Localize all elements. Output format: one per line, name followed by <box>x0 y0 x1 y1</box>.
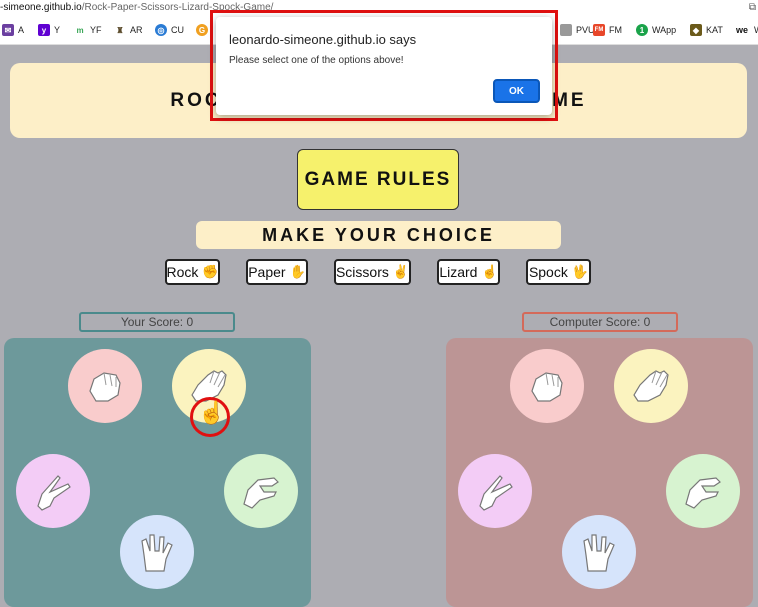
computer-paper-choice <box>614 349 688 423</box>
spock-button[interactable]: Spock 🖖 <box>526 259 591 285</box>
whatsapp-icon: 1 <box>636 24 648 36</box>
bookmark-w[interactable]: weW <box>734 24 758 36</box>
computer-rock-choice <box>510 349 584 423</box>
spock-hand-icon: 🖖 <box>571 264 589 279</box>
computer-scissors-choice <box>458 454 532 528</box>
game-rules-button[interactable]: GAME RULES <box>297 149 459 210</box>
open-hand-icon <box>633 370 669 402</box>
rock-button[interactable]: Rock ✊ <box>165 259 220 285</box>
globe-icon: ◎ <box>155 24 167 36</box>
w-icon: we <box>734 24 750 36</box>
bookmark-ar[interactable]: ♜ AR <box>114 24 143 36</box>
fist-icon <box>531 372 563 402</box>
bookmark-fm[interactable]: FM FM <box>593 24 622 36</box>
bookmark-partial-icon: G <box>196 24 208 36</box>
make-choice-heading: MAKE YOUR CHOICE <box>196 221 561 249</box>
player-scissors-choice[interactable] <box>16 454 90 528</box>
computer-board <box>446 338 753 607</box>
spock-hand-icon <box>583 534 615 572</box>
bookmark-partial[interactable]: G <box>196 24 208 36</box>
pointer-hand-icon: ☝ <box>198 400 226 425</box>
fm-icon: FM <box>593 24 605 36</box>
lizard-button[interactable]: Lizard ☝ <box>437 259 500 285</box>
dialog-message: Please select one of the options above! <box>229 55 404 66</box>
yahoo-icon: y <box>38 24 50 36</box>
alert-dialog: leonardo-simeone.github.io says Please s… <box>216 17 552 115</box>
url-host: -simeone.github.io <box>0 2 82 13</box>
scissors-hand-icon: ✌ <box>392 264 410 279</box>
bookmark-kat[interactable]: ◆ KAT <box>690 24 723 36</box>
lizard-hand-icon <box>685 477 721 509</box>
bookmark-pvu[interactable]: PVU <box>560 24 595 36</box>
scissors-hand-icon <box>479 475 513 511</box>
your-score: Your Score: 0 <box>79 312 235 332</box>
bookmark-y[interactable]: yY <box>38 24 60 36</box>
bookmark-a-icon: ✉ <box>2 24 14 36</box>
scissors-hand-icon <box>37 475 71 511</box>
bookmark-a[interactable]: ✉ A <box>2 24 24 36</box>
hand-icon: ✋ <box>289 264 306 279</box>
computer-spock-choice <box>562 515 636 589</box>
extension-icon[interactable]: ⧉ <box>749 2 756 13</box>
player-spock-choice[interactable] <box>120 515 194 589</box>
hat-icon: ♜ <box>114 24 126 36</box>
player-lizard-choice[interactable] <box>224 454 298 528</box>
lizard-hand-icon <box>243 477 279 509</box>
bookmark-yf[interactable]: m YF <box>74 24 102 36</box>
bookmark-wapp[interactable]: 1 WApp <box>636 24 676 36</box>
scissors-button[interactable]: Scissors ✌ <box>334 259 411 285</box>
spock-hand-icon <box>141 534 173 572</box>
pvu-icon <box>560 24 572 36</box>
yf-icon: m <box>74 24 86 36</box>
bookmark-cu[interactable]: ◎ CU <box>155 24 184 36</box>
paper-button[interactable]: Paper ✋ <box>246 259 308 285</box>
computer-score: Computer Score: 0 <box>522 312 678 332</box>
player-board <box>4 338 311 607</box>
computer-lizard-choice <box>666 454 740 528</box>
fist-icon <box>89 372 121 402</box>
lizard-hand-icon: ☝ <box>481 264 498 279</box>
kat-icon: ◆ <box>690 24 702 36</box>
ok-button[interactable]: OK <box>493 79 540 103</box>
dialog-title: leonardo-simeone.github.io says <box>229 32 417 47</box>
fist-icon: ✊ <box>202 264 219 279</box>
player-rock-choice[interactable] <box>68 349 142 423</box>
